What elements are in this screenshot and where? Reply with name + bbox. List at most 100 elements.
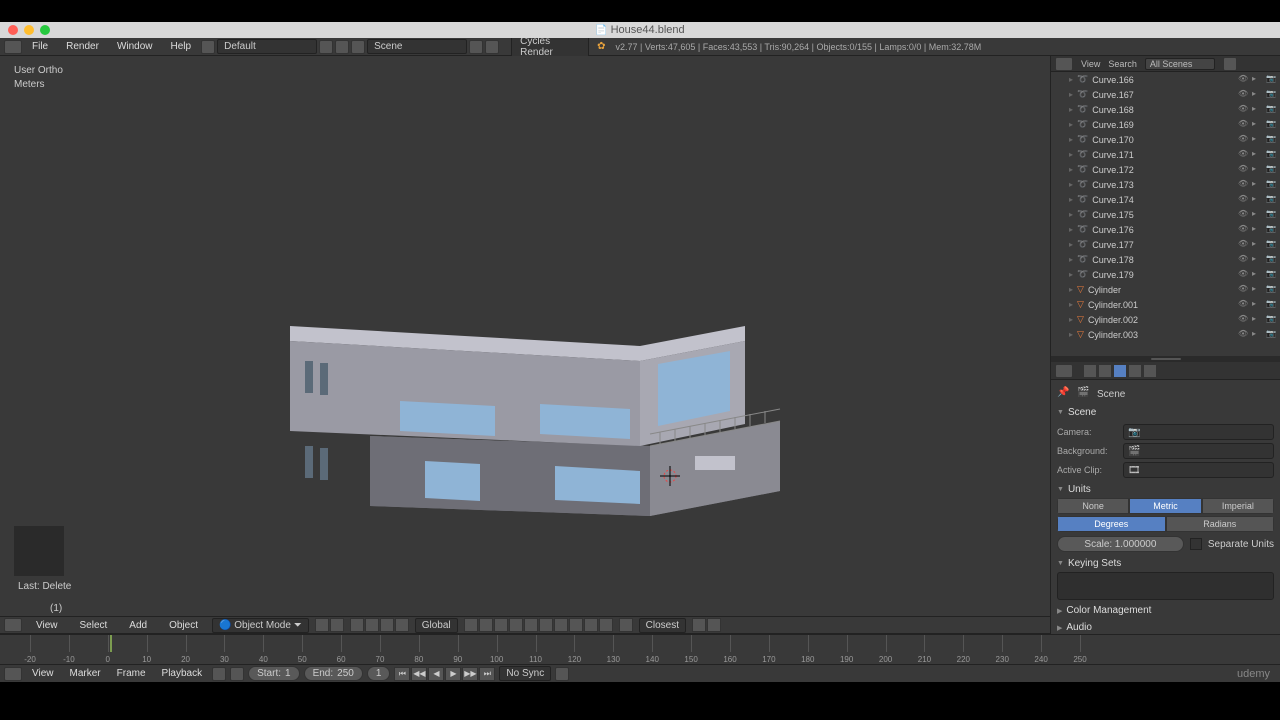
range-icon[interactable] [212,667,226,681]
range-lock-icon[interactable] [230,667,244,681]
outliner-item[interactable]: ▸▽Cylinder.003👁▸📷 [1051,327,1280,342]
tl-menu-view[interactable]: View [26,666,60,681]
menu-window[interactable]: Window [109,39,161,54]
background-field[interactable]: 🎬 [1123,443,1274,459]
properties-tabs[interactable] [1051,362,1280,380]
outliner-item[interactable]: ▸➰Curve.166👁▸📷 [1051,72,1280,87]
add-scene-icon[interactable] [469,40,483,54]
selectable-icon[interactable]: ▸ [1252,194,1264,206]
visibility-icon[interactable]: 👁 [1238,299,1250,311]
visibility-icon[interactable]: 👁 [1238,104,1250,116]
selectable-icon[interactable]: ▸ [1252,179,1264,191]
tl-menu-frame[interactable]: Frame [111,666,152,681]
tab-render[interactable] [1083,364,1097,378]
visibility-icon[interactable]: 👁 [1238,329,1250,341]
outliner-item[interactable]: ▸➰Curve.171👁▸📷 [1051,147,1280,162]
visibility-icon[interactable]: 👁 [1238,194,1250,206]
snap-toggle[interactable] [619,618,633,632]
visibility-icon[interactable]: 👁 [1238,239,1250,251]
tab-render-layers[interactable] [1098,364,1112,378]
screen-layout-field[interactable]: Default [217,39,317,54]
selectable-icon[interactable]: ▸ [1252,299,1264,311]
visibility-icon[interactable]: 👁 [1238,134,1250,146]
tl-menu-marker[interactable]: Marker [64,666,107,681]
panel-colormgmt-title[interactable]: Color Management [1057,602,1274,619]
delete-scene-icon[interactable] [485,40,499,54]
add-screen-icon[interactable] [319,40,333,54]
screen-browse-icon[interactable] [201,40,215,54]
render-icon[interactable]: 📷 [1266,164,1278,176]
outliner-search[interactable]: Search [1108,59,1137,69]
vp-menu-view[interactable]: View [28,618,66,633]
autokey-icon[interactable] [555,667,569,681]
render-icon[interactable]: 📷 [1266,134,1278,146]
visibility-icon[interactable]: 👁 [1238,149,1250,161]
outliner-item[interactable]: ▸➰Curve.167👁▸📷 [1051,87,1280,102]
orientation-dropdown[interactable]: Global [415,618,458,633]
unit-scale-field[interactable]: Scale: 1.000000 [1057,536,1184,552]
outliner-editor-icon[interactable] [1055,57,1073,71]
render-icon[interactable]: 📷 [1266,254,1278,266]
layer-buttons[interactable] [464,618,613,632]
outliner-item[interactable]: ▸➰Curve.178👁▸📷 [1051,252,1280,267]
outliner-item[interactable]: ▸➰Curve.174👁▸📷 [1051,192,1280,207]
outliner-item[interactable]: ▸➰Curve.176👁▸📷 [1051,222,1280,237]
vp-menu-object[interactable]: Object [161,618,206,633]
selectable-icon[interactable]: ▸ [1252,89,1264,101]
selectable-icon[interactable]: ▸ [1252,134,1264,146]
tab-world[interactable] [1128,364,1142,378]
window-controls[interactable] [8,25,50,35]
outliner-view[interactable]: View [1081,59,1100,69]
visibility-icon[interactable]: 👁 [1238,89,1250,101]
render-icon[interactable]: 📷 [1266,119,1278,131]
end-frame-field[interactable]: End:250 [304,666,363,681]
start-frame-field[interactable]: Start:1 [248,666,299,681]
visibility-icon[interactable]: 👁 [1238,269,1250,281]
visibility-icon[interactable]: 👁 [1238,179,1250,191]
3d-viewport[interactable]: User Ortho Meters [0,56,1050,634]
shading-buttons[interactable] [315,618,344,632]
outliner-item[interactable]: ▸➰Curve.177👁▸📷 [1051,237,1280,252]
angle-unit-buttons[interactable]: Degrees Radians [1057,516,1274,532]
visibility-icon[interactable]: 👁 [1238,224,1250,236]
visibility-icon[interactable]: 👁 [1238,284,1250,296]
scene-field[interactable]: Scene [367,39,467,54]
outliner-item[interactable]: ▸➰Curve.169👁▸📷 [1051,117,1280,132]
render-icon[interactable]: 📷 [1266,299,1278,311]
mode-dropdown[interactable]: 🔵 Object Mode ⏷ [212,618,309,633]
sync-dropdown[interactable]: No Sync [499,666,551,681]
outliner-item[interactable]: ▸➰Curve.172👁▸📷 [1051,162,1280,177]
selectable-icon[interactable]: ▸ [1252,164,1264,176]
tl-menu-playback[interactable]: Playback [156,666,209,681]
pin-icon[interactable]: 📌 [1057,387,1071,401]
vp-menu-select[interactable]: Select [72,618,116,633]
outliner-item[interactable]: ▸▽Cylinder.002👁▸📷 [1051,312,1280,327]
render-icon[interactable]: 📷 [1266,284,1278,296]
outliner-search-icon[interactable] [1223,57,1237,71]
render-icon[interactable]: 📷 [1266,89,1278,101]
selectable-icon[interactable]: ▸ [1252,239,1264,251]
menu-help[interactable]: Help [163,39,200,54]
selectable-icon[interactable]: ▸ [1252,314,1264,326]
render-buttons[interactable] [692,618,721,632]
tab-object[interactable] [1143,364,1157,378]
timeline-cursor[interactable] [110,635,112,652]
render-icon[interactable]: 📷 [1266,149,1278,161]
outliner-item[interactable]: ▸➰Curve.173👁▸📷 [1051,177,1280,192]
outliner-item[interactable]: ▸➰Curve.170👁▸📷 [1051,132,1280,147]
panel-units-title[interactable]: Units [1057,481,1274,498]
visibility-icon[interactable]: 👁 [1238,209,1250,221]
panel-scene-title[interactable]: Scene [1057,404,1274,421]
scene-browse-icon[interactable] [351,40,365,54]
selectable-icon[interactable]: ▸ [1252,149,1264,161]
selectable-icon[interactable]: ▸ [1252,254,1264,266]
selectable-icon[interactable]: ▸ [1252,104,1264,116]
panel-audio-title[interactable]: Audio [1057,619,1274,634]
outliner-item[interactable]: ▸➰Curve.175👁▸📷 [1051,207,1280,222]
menu-render[interactable]: Render [58,39,107,54]
visibility-icon[interactable]: 👁 [1238,314,1250,326]
selectable-icon[interactable]: ▸ [1252,209,1264,221]
selectable-icon[interactable]: ▸ [1252,329,1264,341]
visibility-icon[interactable]: 👁 [1238,74,1250,86]
render-icon[interactable]: 📷 [1266,209,1278,221]
